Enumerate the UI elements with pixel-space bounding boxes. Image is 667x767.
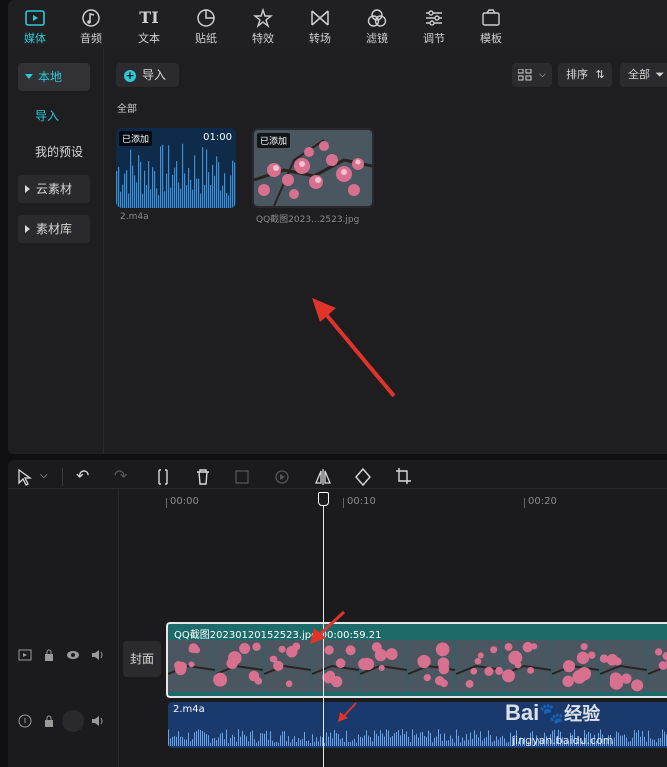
audio-track-icon [18,714,32,728]
cover-button[interactable]: 封面 [123,641,161,677]
mirror-icon[interactable] [314,466,332,488]
timeline-divider [8,488,667,489]
tab-transition[interactable]: 转场 [293,6,347,46]
section-all-label: 全部 [117,104,137,115]
duration-label: 01:00 [203,132,232,143]
filter-funnel-icon: ⏷ [655,68,665,81]
media-item-audio-name: 2.m4a [120,212,149,222]
speaker-icon[interactable] [90,714,104,728]
add-icon: + [124,69,136,82]
ruler-tick [343,498,344,508]
lock-icon[interactable] [42,714,56,728]
tab-sticker[interactable]: 贴纸 [179,6,233,46]
chevron-down-icon[interactable]: ⌵ [40,470,48,492]
lock-icon[interactable] [42,648,56,662]
ruler-label: 00:20 [528,496,557,507]
eye-icon[interactable] [66,648,80,662]
annotation-arrow [338,702,357,722]
added-badge: 已添加 [119,131,153,146]
grid-view-icon [518,69,532,81]
paw-icon: 🐾 [539,703,565,725]
filter-icon [367,9,387,27]
tab-audio[interactable]: 音频 [64,6,118,46]
play-reverse-icon[interactable] [274,466,290,488]
sticker-icon [197,9,215,27]
chevron-right-icon [25,185,30,193]
speaker-icon[interactable] [90,648,104,662]
sidebar-item-library[interactable]: 素材库 [18,215,90,243]
track-header-divider [118,489,119,767]
sidebar-item-import[interactable]: 导入 [35,107,59,124]
crop-icon[interactable] [394,466,412,488]
ruler-tick [166,498,167,508]
audio-icon [82,9,100,27]
video-clip-label: QQ截图20230120152523.jpg 00:00:59.21 [174,630,382,641]
annotation-arrow [312,298,396,398]
toolbar-divider [62,468,63,486]
media-icon [25,10,45,26]
annotation-arrow [310,610,346,644]
sort-icon: ⇅ [595,68,605,81]
effects-icon [253,8,273,28]
delete-icon[interactable] [195,466,211,488]
text-icon: TI [139,8,159,27]
ruler-tick [524,498,525,508]
filter-button[interactable]: 全部 ⏷ [620,63,667,87]
media-item-image[interactable]: 已添加 [252,128,374,208]
chevron-down-icon [25,74,33,79]
chevron-down-icon: ⌵ [539,70,546,80]
playhead-handle[interactable] [318,492,329,506]
tab-filter[interactable]: 滤镜 [350,6,404,46]
watermark-url: jingyan.baidu.com [512,734,614,747]
placeholder-icon [62,710,84,732]
tab-media[interactable]: 媒体 [8,6,62,46]
sidebar-item-my-presets[interactable]: 我的预设 [35,143,83,160]
sidebar-item-cloud[interactable]: 云素材 [18,175,90,203]
sidebar-item-local[interactable]: 本地 [18,63,90,91]
media-item-image-name: QQ截图2023...2523.jpg [256,215,360,225]
redo-icon[interactable]: ↷ [114,466,127,488]
adjust-icon [426,10,442,26]
added-badge: 已添加 [257,133,291,148]
ruler-label: 00:00 [170,496,199,507]
tab-effects[interactable]: 特效 [236,6,290,46]
undo-icon[interactable]: ↶ [76,466,89,488]
tab-template[interactable]: 模板 [464,6,518,46]
ruler-label: 00:10 [347,496,376,507]
freeze-frame-icon[interactable] [234,466,250,488]
chevron-right-icon [25,225,30,233]
template-icon [482,9,500,26]
tab-adjust[interactable]: 调节 [407,6,461,46]
tab-text[interactable]: TI 文本 [122,6,176,46]
select-cursor-icon[interactable] [16,466,32,488]
rotate-icon[interactable] [354,466,372,488]
sort-button[interactable]: 排序 ⇅ [558,63,612,87]
media-item-audio[interactable]: 已添加 01:00 [116,128,236,208]
import-button[interactable]: + 导入 [116,63,179,87]
transition-icon [311,10,329,26]
view-mode-button[interactable]: ⌵ [512,63,552,87]
split-icon[interactable] [156,466,170,488]
watermark-logo: Bai🐾经验 [505,700,601,725]
video-filmstrip [168,640,667,692]
video-clip[interactable]: QQ截图20230120152523.jpg 00:00:59.21 [166,622,667,698]
video-track-icon [18,649,32,661]
